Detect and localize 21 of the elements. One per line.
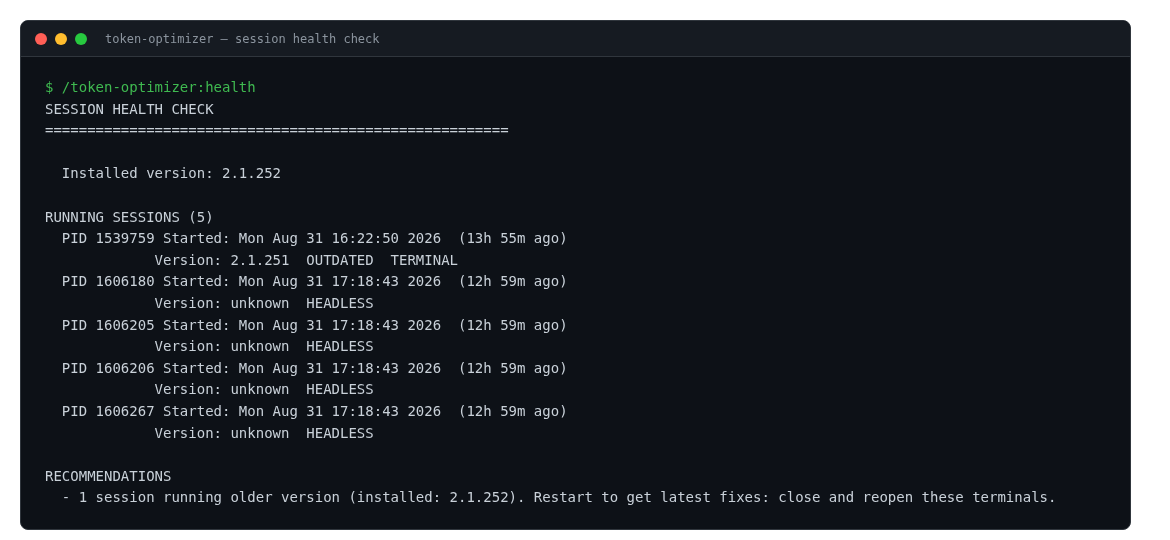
report-heading: SESSION HEALTH CHECK	[45, 99, 214, 119]
session-version: Version: unknown HEADLESS	[154, 293, 374, 313]
minimize-icon[interactable]	[55, 32, 67, 45]
command-line: $ /token-optimizer:health	[45, 78, 256, 97]
session-line: PID 1606206 Started: Mon Aug 31 17:18:43 2026 (12h 59m ago)	[61, 358, 568, 378]
maximize-icon[interactable]	[75, 32, 87, 45]
heading-rule: =======================================================	[45, 121, 509, 141]
session-version: Version: unknown HEADLESS	[154, 337, 374, 357]
session-line: PID 1539759 Started: Mon Aug 31 16:22:50 2026 (13h 55m ago)	[61, 229, 568, 249]
section-heading: RECOMMENDATIONS	[45, 466, 172, 486]
session-line: PID 1606205 Started: Mon Aug 31 17:18:43 2026 (12h 59m ago)	[61, 315, 568, 335]
session-version: Version: unknown HEADLESS	[154, 423, 374, 443]
session-line: PID 1606180 Started: Mon Aug 31 17:18:43 2026 (12h 59m ago)	[61, 272, 568, 292]
close-icon[interactable]	[35, 32, 47, 45]
section-heading: RUNNING SESSIONS (5)	[45, 207, 214, 227]
session-line: PID 1606267 Started: Mon Aug 31 17:18:43 2026 (12h 59m ago)	[61, 401, 568, 421]
window-title: token-optimizer — session health check	[105, 31, 380, 46]
session-version: Version: 2.1.251 OUTDATED TERMINAL	[154, 250, 458, 270]
session-version: Version: unknown HEADLESS	[154, 380, 374, 400]
installed-version: Installed version: 2.1.252	[61, 164, 281, 184]
recommendation-line: - 1 session running older version (installed: 2.1.252). Restart to get latest fixes: close and reopen these terminals.	[61, 488, 1057, 508]
